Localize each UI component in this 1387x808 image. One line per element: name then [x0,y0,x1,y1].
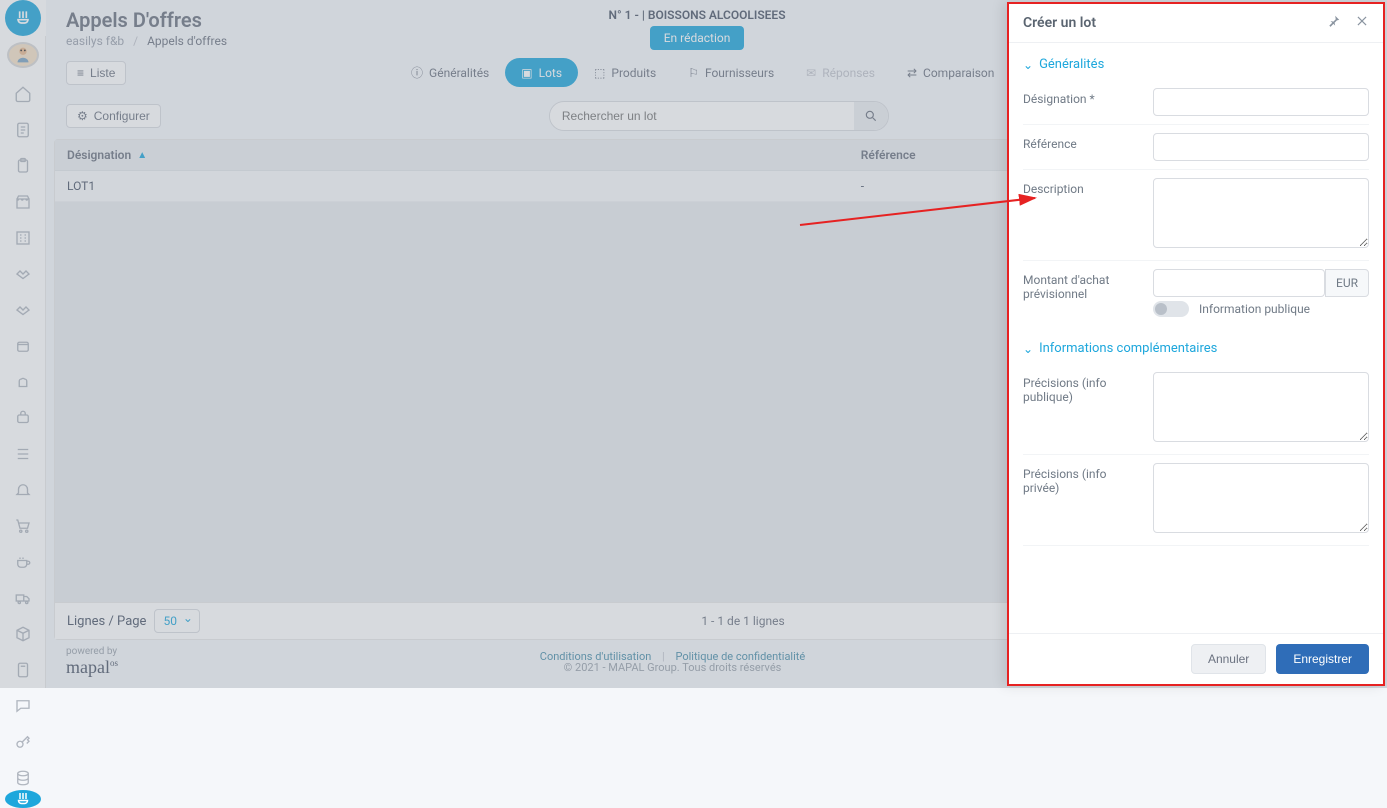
nav-building-icon[interactable] [11,226,35,250]
breadcrumb: easilys f&b / Appels d'offres [66,34,227,48]
input-amount[interactable] [1153,269,1325,297]
configure-button[interactable]: ⚙ Configurer [66,104,161,128]
breadcrumb-current: Appels d'offres [147,34,227,48]
nav-handshake1-icon[interactable] [11,262,35,286]
chevron-down-icon: ⌄ [1023,58,1033,72]
list-button[interactable]: ≡ Liste [66,61,126,85]
nav-clipboard-icon[interactable] [11,154,35,178]
pin-icon[interactable] [1327,14,1341,32]
tab-generalites[interactable]: ⓘ Généralités [395,58,505,87]
tab-produits[interactable]: ⬚ Produits [578,58,672,87]
tab-comparaison[interactable]: ⇄ Comparaison [891,58,1010,87]
sort-asc-icon: ▲ [137,150,147,161]
nav-handshake2-icon[interactable] [11,298,35,322]
page-title: Appels D'offres [66,8,227,32]
responses-icon: ✉ [806,66,816,80]
nav-store-icon[interactable] [11,190,35,214]
chevron-down-icon: ⌄ [1023,342,1033,356]
cell-designation: LOT1 [55,171,849,201]
label-public-info: Information publique [1199,302,1310,316]
tab-label: Comparaison [923,66,994,80]
tab-reponses[interactable]: ✉ Réponses [790,58,891,87]
user-avatar[interactable] [7,42,39,68]
create-lot-drawer: Créer un lot ⌄ Généralités Désignation *… [1007,2,1385,686]
tab-label: Fournisseurs [705,66,774,80]
cancel-button[interactable]: Annuler [1191,644,1266,674]
close-icon[interactable] [1355,14,1369,32]
search-button[interactable] [854,102,888,130]
sidebar [0,0,46,688]
suppliers-icon: ⚐ [688,66,699,80]
tab-label: Généralités [429,66,489,80]
info-icon: ⓘ [411,64,423,81]
page-size-select[interactable]: 50 [154,609,200,633]
toggle-public-info[interactable] [1153,301,1189,317]
sidebar-bottom-button[interactable] [5,790,41,808]
drawer-header: Créer un lot [1009,4,1383,43]
lots-icon: ▣ [521,66,532,80]
nav-bell-icon[interactable] [11,478,35,502]
nav-chef-icon[interactable] [11,370,35,394]
input-description[interactable] [1153,178,1369,248]
gear-icon: ⚙ [77,109,88,123]
tab-lots[interactable]: ▣ Lots [505,58,578,87]
label-reference: Référence [1023,133,1143,151]
section-extra[interactable]: ⌄ Informations complémentaires [1023,333,1369,364]
nav-list-icon[interactable] [11,442,35,466]
nav-calc-icon[interactable] [11,658,35,682]
tab-label: Lots [539,66,562,80]
drawer-title: Créer un lot [1023,15,1096,31]
breadcrumb-root[interactable]: easilys f&b [66,34,124,48]
label-precision-private: Précisions (info privée) [1023,463,1143,495]
th-designation[interactable]: Désignation ▲ [55,140,849,170]
nav-chat-icon[interactable] [11,694,35,718]
drawer-body: ⌄ Généralités Désignation * Référence De… [1009,43,1383,633]
amount-unit: EUR [1325,269,1369,297]
tab-label: Produits [611,66,656,80]
pagination-info: 1 - 1 de 1 lignes [701,614,784,628]
label-designation: Désignation * [1023,88,1143,106]
configure-label: Configurer [94,109,150,123]
nav-box-icon[interactable] [11,622,35,646]
input-reference[interactable] [1153,133,1369,161]
breadcrumb-sep: / [133,34,138,48]
input-precision-private[interactable] [1153,463,1369,533]
compare-icon: ⇄ [907,66,917,80]
search-box [549,101,889,131]
tab-label: Réponses [822,66,875,80]
label-precision-public: Précisions (info publique) [1023,372,1143,404]
nav-truck-icon[interactable] [11,586,35,610]
drawer-footer: Annuler Enregistrer [1009,633,1383,684]
nav-icons [11,80,35,790]
input-designation[interactable] [1153,88,1369,116]
nav-home-icon[interactable] [11,82,35,106]
list-button-label: Liste [90,66,115,80]
search-input[interactable] [550,103,854,129]
brand-logo: mapalos [66,657,118,678]
nav-data-icon[interactable] [11,766,35,790]
status-badge: En rédaction [650,26,745,50]
nav-coffee-icon[interactable] [11,550,35,574]
tab-fournisseurs[interactable]: ⚐ Fournisseurs [672,58,790,87]
nav-package-icon[interactable] [11,334,35,358]
section-generalites[interactable]: ⌄ Généralités [1023,49,1369,80]
nav-key-icon[interactable] [11,730,35,754]
nav-document-icon[interactable] [11,118,35,142]
label-description: Description [1023,178,1143,196]
search-icon [864,109,878,123]
input-precision-public[interactable] [1153,372,1369,442]
pagination-label: Lignes / Page [67,614,146,629]
label-amount: Montant d'achat prévisionnel [1023,269,1143,301]
app-logo[interactable] [0,0,46,36]
save-button[interactable]: Enregistrer [1276,644,1369,674]
powered-by: powered by mapalos [66,646,118,678]
tender-name: N° 1 - | BOISSONS ALCOOLISEES [609,8,786,22]
nav-cart2-icon[interactable] [11,406,35,430]
nav-cart-icon[interactable] [11,514,35,538]
products-icon: ⬚ [594,66,605,80]
list-icon: ≡ [77,66,84,80]
